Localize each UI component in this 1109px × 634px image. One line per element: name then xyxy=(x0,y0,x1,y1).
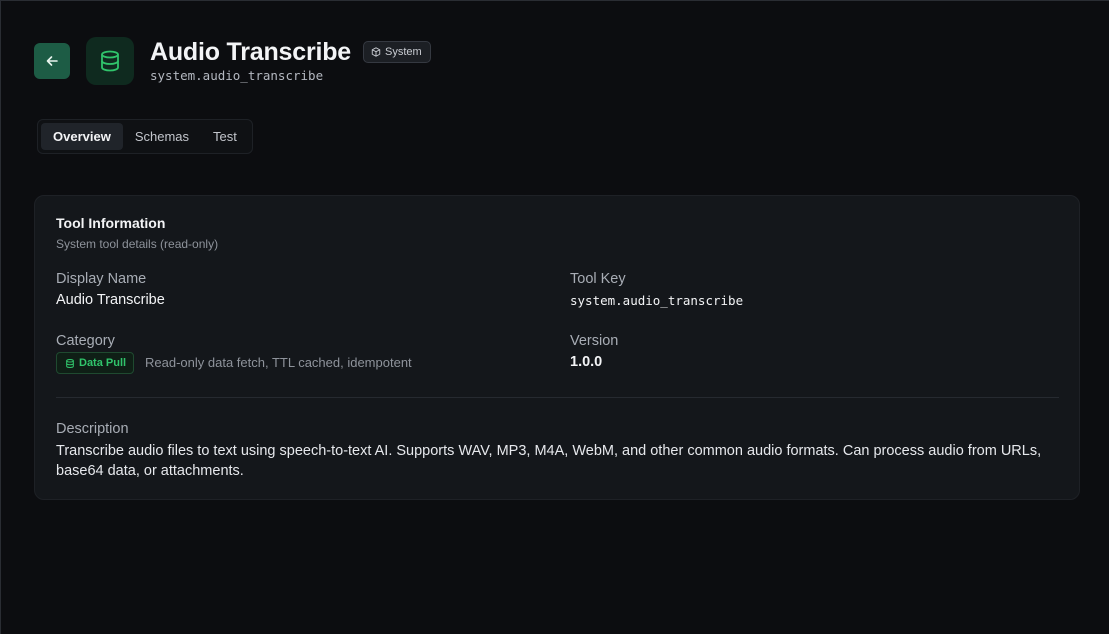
category-badge-label: Data Pull xyxy=(79,357,127,369)
box-icon xyxy=(371,47,381,57)
tool-icon-container xyxy=(86,37,134,85)
display-name-value: Audio Transcribe xyxy=(56,292,165,308)
category-badge: Data Pull xyxy=(56,352,135,374)
database-icon xyxy=(101,50,119,72)
card-title: Tool Information xyxy=(56,215,166,231)
tab-test[interactable]: Test xyxy=(201,123,249,150)
tool-information-card: Tool Information System tool details (re… xyxy=(34,195,1080,500)
display-name-label: Display Name xyxy=(56,271,147,287)
page: Audio Transcribe System system.audio_tra… xyxy=(0,0,1109,634)
system-badge: System xyxy=(363,41,431,63)
card-subtitle: System tool details (read-only) xyxy=(56,237,219,251)
tool-key-label: Tool Key xyxy=(570,271,626,287)
page-title: Audio Transcribe xyxy=(150,38,352,66)
system-badge-label: System xyxy=(385,46,422,58)
database-icon xyxy=(66,358,74,368)
category-label: Category xyxy=(56,333,115,349)
version-value: 1.0.0 xyxy=(570,354,603,370)
tab-schemas[interactable]: Schemas xyxy=(123,123,201,150)
tool-key-subtitle: system.audio_transcribe xyxy=(150,68,324,83)
category-description: Read-only data fetch, TTL cached, idempo… xyxy=(145,355,412,370)
divider xyxy=(56,397,1059,398)
description-label: Description xyxy=(56,421,129,437)
tab-bar: Overview Schemas Test xyxy=(37,119,253,154)
tab-overview[interactable]: Overview xyxy=(41,123,123,150)
back-button[interactable] xyxy=(34,43,70,79)
arrow-left-icon xyxy=(46,56,58,66)
tool-key-value: system.audio_transcribe xyxy=(570,293,744,308)
version-label: Version xyxy=(570,333,619,349)
description-value: Transcribe audio files to text using spe… xyxy=(56,443,1042,479)
